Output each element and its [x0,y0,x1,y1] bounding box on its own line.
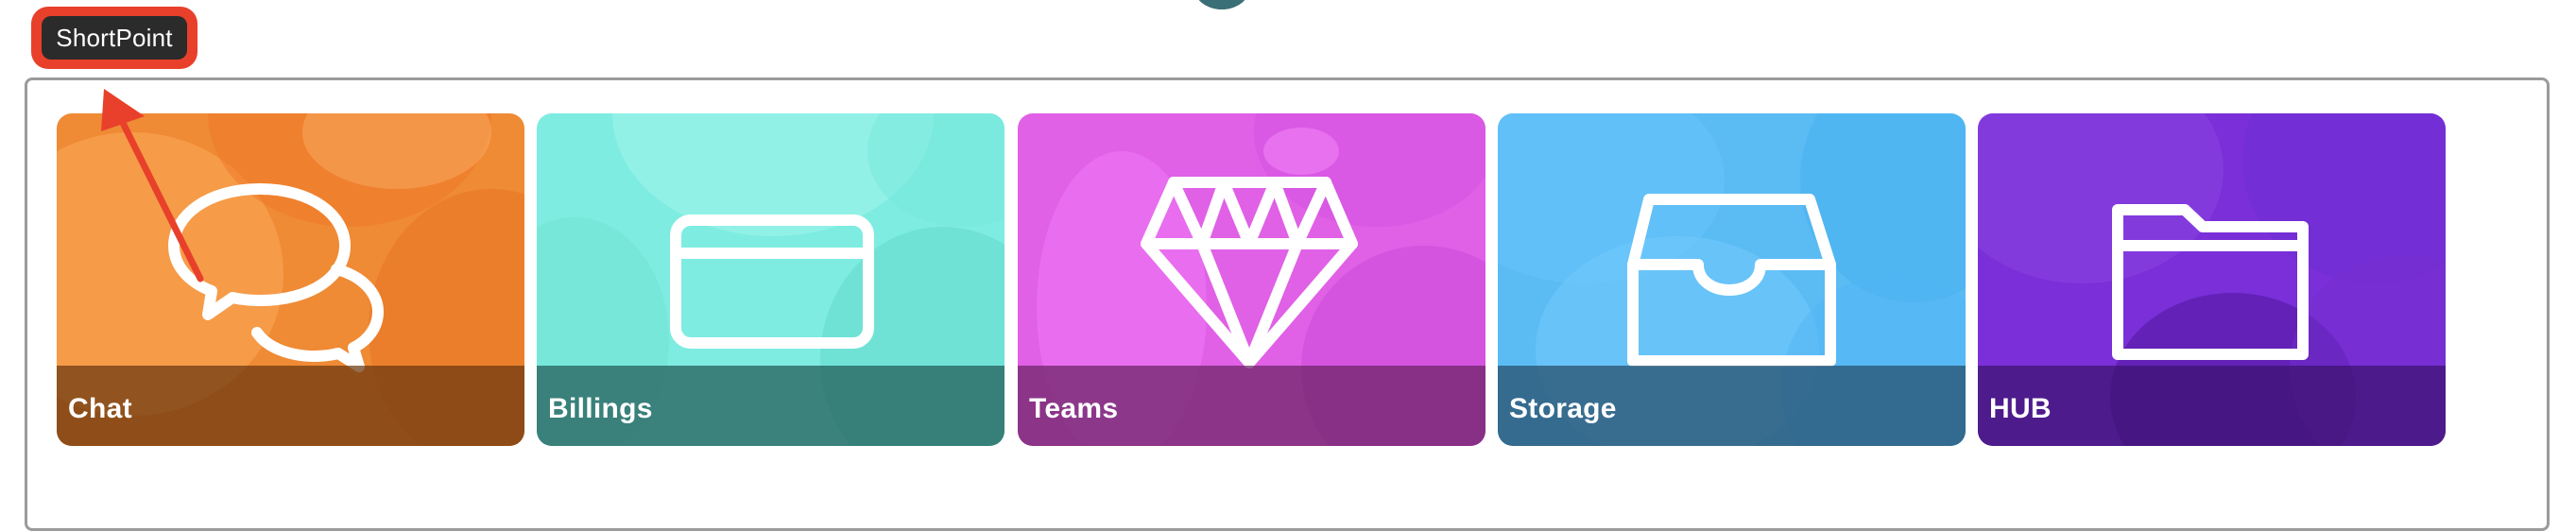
tile-chat[interactable]: Chat [57,113,524,446]
tile-label: Billings [548,393,653,424]
tile-storage[interactable]: Storage [1498,113,1966,446]
tile-teams[interactable]: Teams [1018,113,1485,446]
tile-hub[interactable]: HUB [1978,113,2446,446]
tile-label: Chat [68,393,132,424]
shortpoint-badge[interactable]: ShortPoint [42,16,187,60]
tile-billings[interactable]: Billings [537,113,1005,446]
tile-label: Storage [1509,393,1617,424]
tile-label: HUB [1989,393,2052,424]
tile-label: Teams [1029,393,1119,424]
avatar [1194,0,1249,9]
